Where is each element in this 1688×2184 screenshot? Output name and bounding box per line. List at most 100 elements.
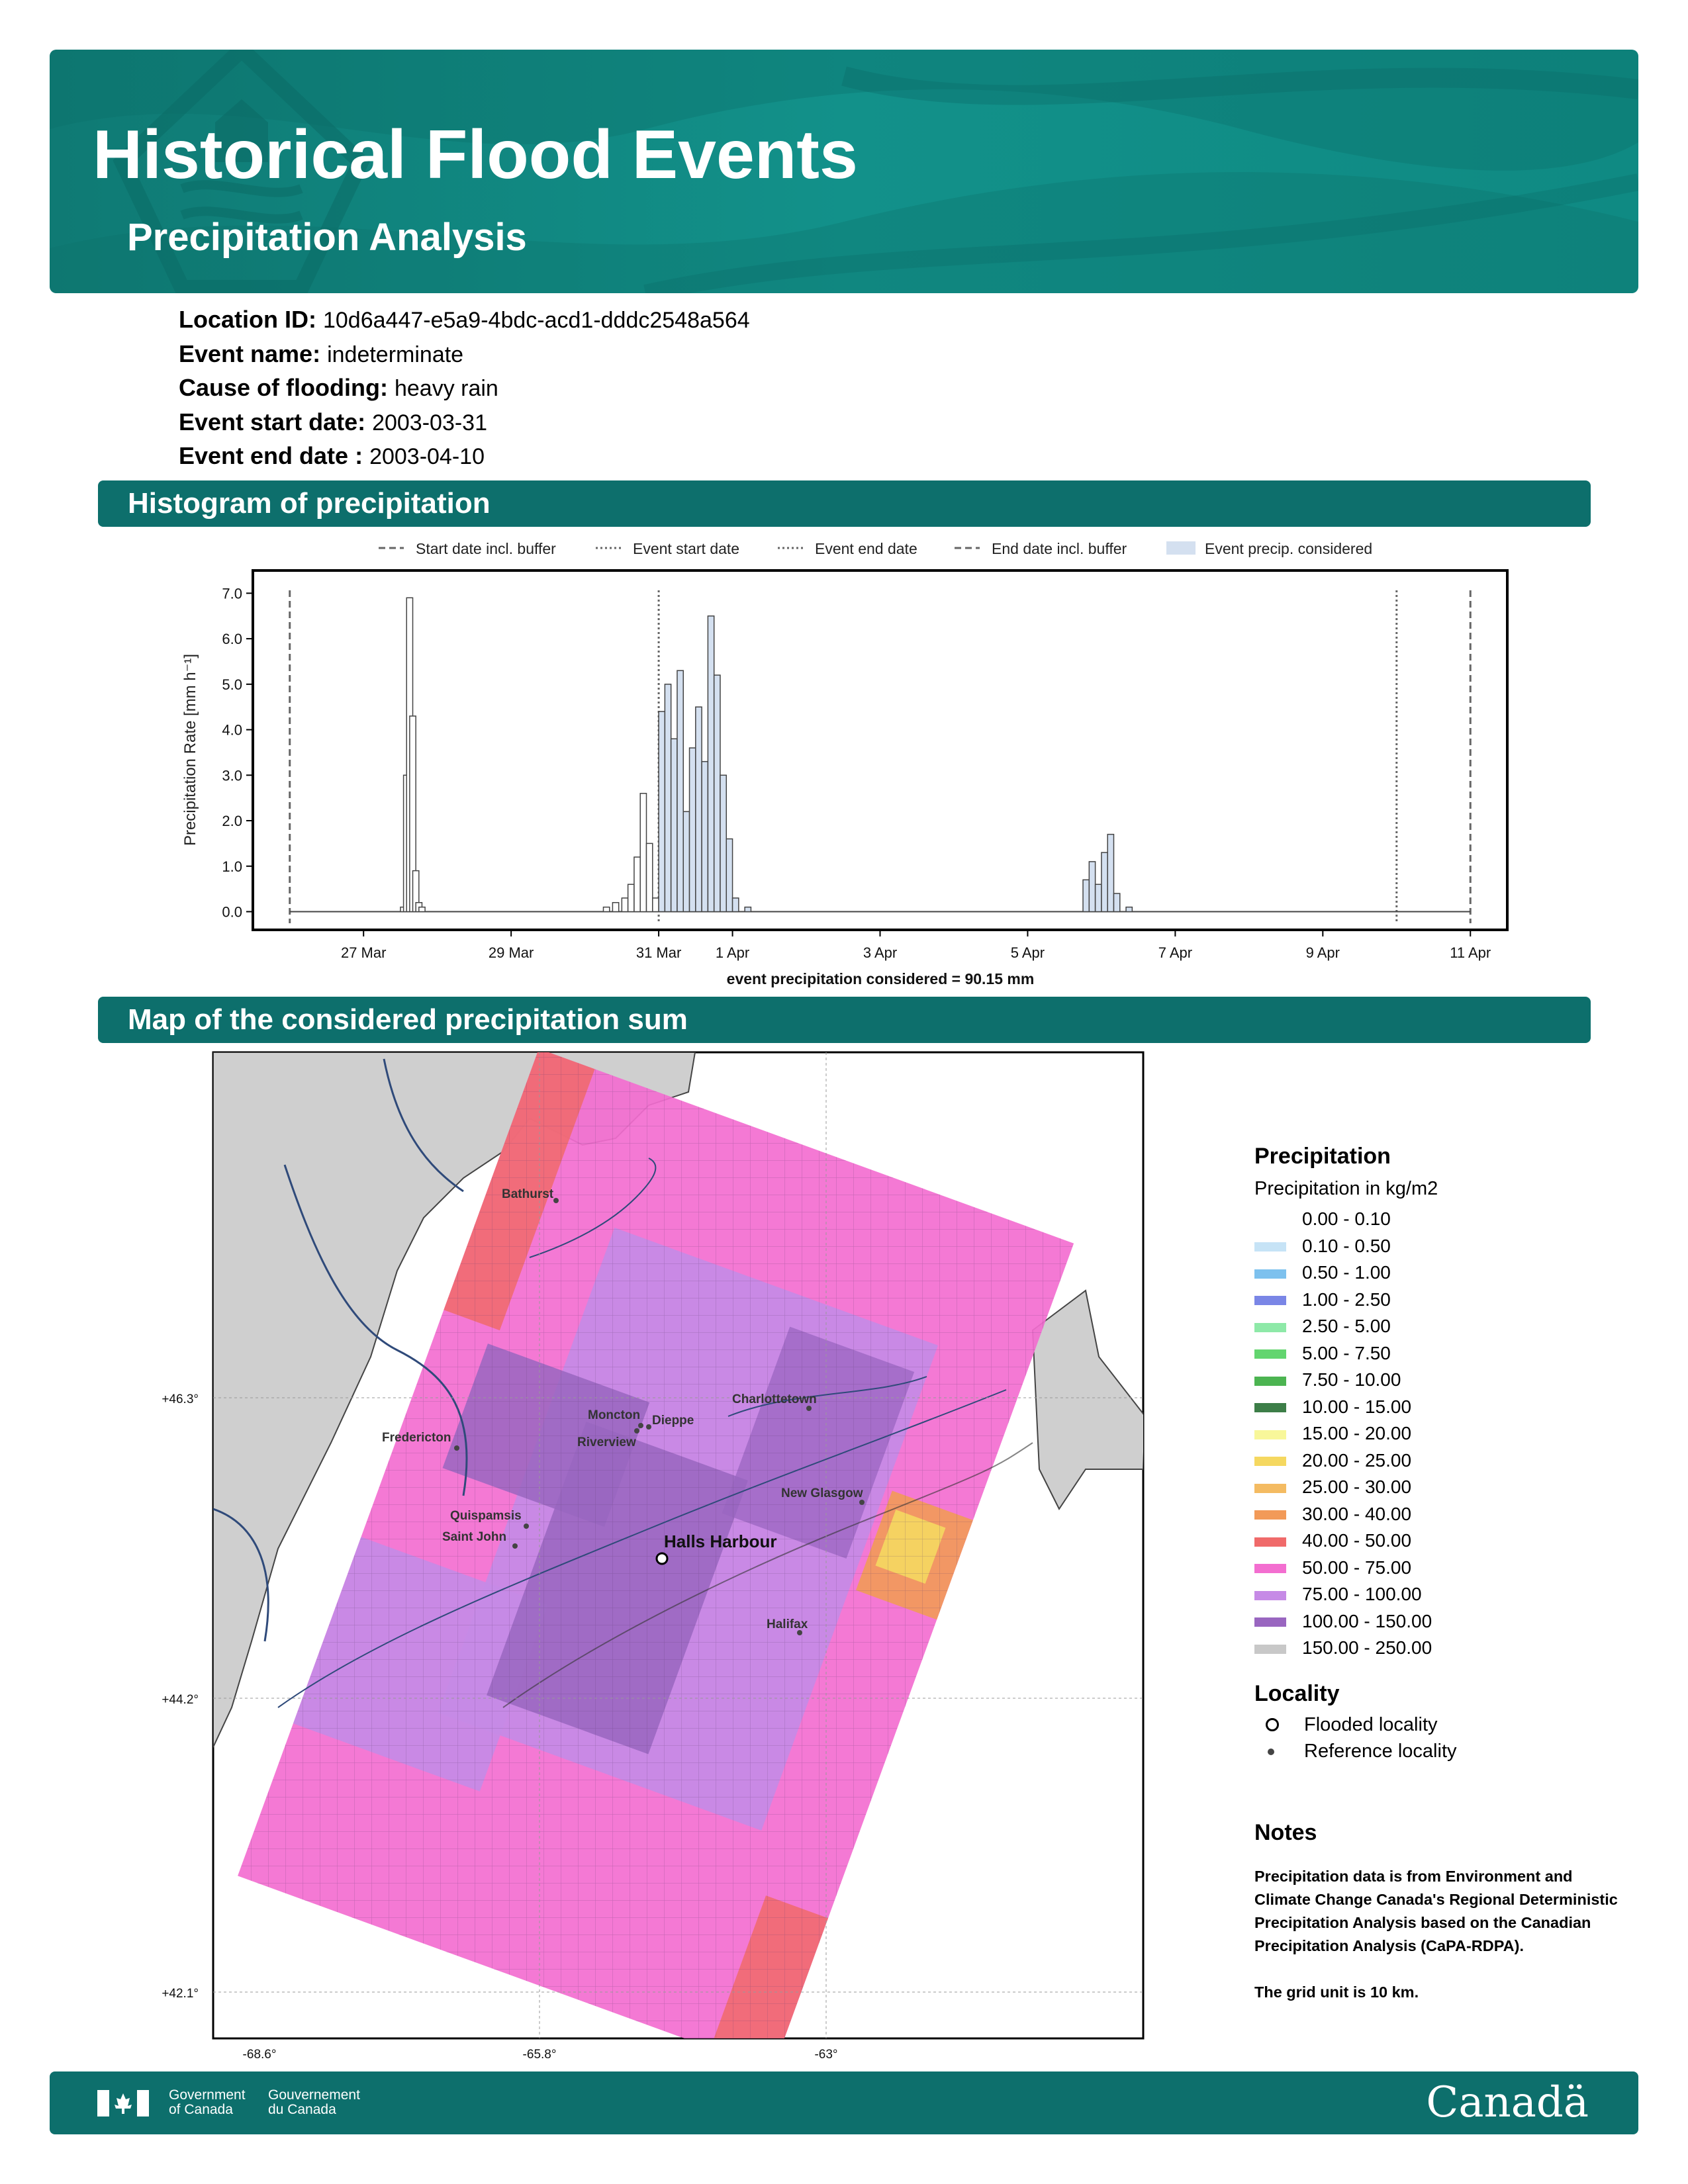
locality-label: Riverview — [577, 1435, 636, 1449]
precip-bar — [639, 793, 647, 913]
legend-event-start: Event start date — [633, 540, 739, 557]
legend-event-end: Event end date — [815, 540, 917, 557]
legend-row: 5.00 - 7.50 — [1254, 1343, 1391, 1364]
y-tick-label: 0.0 — [222, 904, 242, 921]
canada-flag-icon — [97, 2090, 149, 2116]
legend-row: 0.00 - 0.10 — [1254, 1208, 1391, 1230]
x-tick-label: 5 Apr — [1011, 944, 1045, 961]
precip-bar — [670, 738, 678, 913]
legend-swatch — [1254, 1590, 1286, 1600]
histogram-plot-frame — [252, 569, 1509, 931]
legend-label: 15.00 - 20.00 — [1302, 1423, 1412, 1443]
lat-label: +42.1° — [162, 1987, 199, 2001]
precip-bar — [664, 684, 672, 913]
legend-swatch — [1254, 1403, 1286, 1413]
precip-bar — [612, 902, 620, 913]
precip-bar — [627, 884, 635, 913]
location-id-label: Location ID: — [179, 306, 316, 333]
precip-bar — [1125, 906, 1133, 913]
precip-bar — [1101, 852, 1108, 913]
event-name-value: indeterminate — [327, 342, 464, 367]
legend-precip-swatch — [1166, 541, 1196, 555]
footer-bar: Government of Canada Gouvernement du Can… — [50, 2071, 1638, 2134]
x-tick-label: 29 Mar — [489, 944, 534, 961]
legend-label: 0.00 - 0.10 — [1302, 1208, 1391, 1229]
lon-label: -65.8° — [523, 2048, 557, 2062]
locality-label: Saint John — [442, 1530, 506, 1544]
legend-label: 100.00 - 150.00 — [1302, 1610, 1432, 1631]
precipitation-histogram: Start date incl. buffer Event start date… — [181, 540, 1509, 987]
legend-label: 2.50 - 5.00 — [1302, 1316, 1391, 1336]
precip-bar — [720, 774, 727, 913]
cause-label: Cause of flooding: — [179, 374, 388, 401]
legend-label: 75.00 - 100.00 — [1302, 1584, 1422, 1604]
legend-label: 1.00 - 2.50 — [1302, 1289, 1391, 1310]
locality-label: Bathurst — [502, 1187, 554, 1201]
precip-bar — [633, 856, 641, 913]
notes-body: Precipitation data is from Environment a… — [1254, 1865, 1625, 2004]
locality-label: New Glasgow — [781, 1486, 863, 1500]
reference-locality-legend: Reference locality — [1304, 1741, 1457, 1762]
y-tick-label: 7.0 — [222, 585, 242, 602]
precip-bar — [621, 897, 629, 913]
legend-swatch — [1254, 1349, 1286, 1359]
legend-label: 40.00 - 50.00 — [1302, 1530, 1412, 1551]
y-tick-label: 5.0 — [222, 676, 242, 693]
legend-row: 100.00 - 150.00 — [1254, 1611, 1432, 1632]
end-date-row: Event end date :2003-04-10 — [179, 442, 485, 470]
lon-label: -68.6° — [243, 2048, 277, 2062]
flooded-locality-marker — [655, 1552, 669, 1565]
y-tick-label: 2.0 — [222, 813, 242, 829]
legend-label: 7.50 - 10.00 — [1302, 1369, 1401, 1390]
precip-bar — [652, 897, 659, 913]
precip-bar — [713, 674, 721, 913]
gov-en-line2: of Canada — [169, 2102, 233, 2117]
legend-subtitle: Precipitation in kg/m2 — [1254, 1178, 1438, 1199]
legend-row: 25.00 - 30.00 — [1254, 1477, 1411, 1498]
legend-row: 30.00 - 40.00 — [1254, 1504, 1411, 1525]
legend-swatch — [1254, 1242, 1286, 1252]
reference-locality-marker — [524, 1524, 529, 1529]
lat-label: +46.3° — [162, 1392, 199, 1406]
y-tick-label: 3.0 — [222, 767, 242, 784]
histogram-legend: Start date incl. buffer Event start date… — [379, 540, 1372, 557]
legend-swatch — [1254, 1376, 1286, 1386]
legend-label: 30.00 - 40.00 — [1302, 1503, 1412, 1524]
precipitation-map: Bathurst Fredericton Moncton Dieppe Rive… — [162, 1051, 1145, 2062]
reference-locality-marker — [553, 1198, 559, 1203]
legend-row: 7.50 - 10.00 — [1254, 1369, 1401, 1390]
locality-label: Quispamsis — [450, 1509, 522, 1523]
precip-bar — [682, 811, 690, 913]
x-tick-label: 7 Apr — [1158, 944, 1192, 961]
locality-label: Charlottetown — [732, 1392, 817, 1406]
end-date-label: Event end date : — [179, 442, 363, 469]
x-tick-label: 31 Mar — [636, 944, 681, 961]
legend-swatch — [1254, 1483, 1286, 1493]
legend-label: 150.00 - 250.00 — [1302, 1637, 1432, 1658]
flooded-locality-symbol — [1266, 1718, 1279, 1731]
legend-swatch — [1254, 1564, 1286, 1574]
reference-locality-symbol — [1268, 1749, 1274, 1755]
event-name-label: Event name: — [179, 340, 321, 367]
precip-bar — [418, 906, 426, 913]
precip-bar — [701, 760, 709, 913]
lon-label: -63° — [814, 2048, 837, 2062]
histogram-y-axis: 0.0 1.0 2.0 3.0 4.0 5.0 6.0 7.0 — [222, 585, 253, 921]
y-tick-label: 6.0 — [222, 631, 242, 647]
precip-bar — [726, 838, 733, 913]
legend-label: 25.00 - 30.00 — [1302, 1477, 1412, 1497]
legend-row: 1.00 - 2.50 — [1254, 1289, 1391, 1310]
legend-row: 15.00 - 20.00 — [1254, 1423, 1411, 1444]
end-date-value: 2003-04-10 — [369, 444, 485, 469]
cause-value: heavy rain — [394, 376, 498, 401]
gov-fr-line2: du Canada — [268, 2102, 336, 2117]
precip-bar — [707, 615, 715, 913]
flooded-locality-legend: Flooded locality — [1304, 1714, 1438, 1735]
location-id-value: 10d6a447-e5a9-4bdc-acd1-dddc2548a564 — [322, 308, 750, 333]
precip-bar — [602, 906, 610, 913]
locality-label: Moncton — [588, 1408, 640, 1422]
canada-wordmark: Canadä — [1426, 2078, 1589, 2127]
y-tick-label: 1.0 — [222, 858, 242, 875]
precip-bar — [1088, 861, 1096, 913]
flooded-locality-label: Halls Harbour — [664, 1531, 777, 1551]
